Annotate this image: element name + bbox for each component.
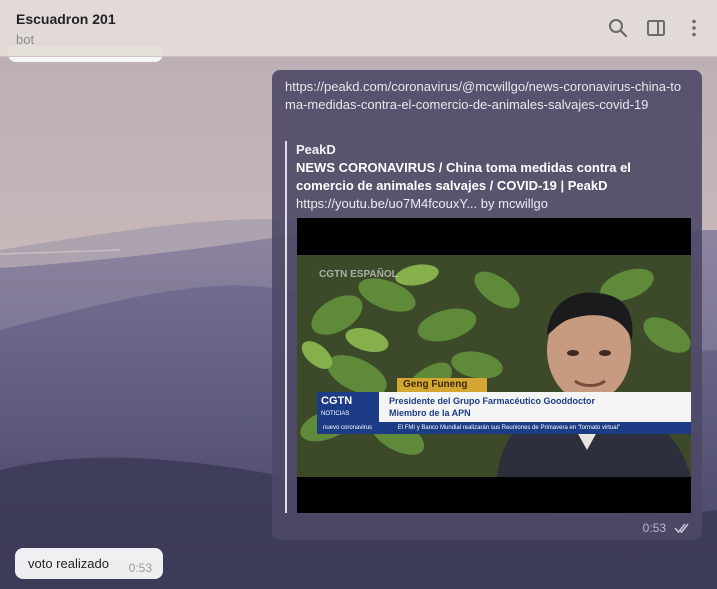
- ticker-tag: nuevo coronavirus: [323, 425, 373, 431]
- cgtn-logo-sub: NOTICIAS: [321, 411, 350, 417]
- preview-title: NEWS CORONAVIRUS / China toma medidas co…: [296, 160, 631, 193]
- ticker-news: El FMI y Banco Mundial realizarán sus Re…: [397, 425, 621, 431]
- news-ticker: nuevo coronavirus El FMI y Banco Mundial…: [317, 422, 691, 434]
- preview-site-name: PeakD: [296, 142, 336, 157]
- cgtn-logo: CGTN NOTICIAS: [317, 392, 379, 422]
- cgtn-watermark: CGTN ESPAÑOL: [319, 269, 398, 280]
- search-icon[interactable]: [607, 17, 629, 39]
- link-preview[interactable]: PeakD NEWS CORONAVIRUS / China toma medi…: [285, 141, 691, 513]
- lower-third-name: Geng Funeng: [397, 378, 487, 392]
- lower-third-role: Presidente del Grupo Farmacéutico Gooddo…: [389, 395, 595, 419]
- video-thumbnail[interactable]: CGTN ESPAÑOL Geng Funeng CGTN NOTICIAS P…: [297, 218, 691, 513]
- outgoing-message[interactable]: https://peakd.com/coronavirus/@mcwillgo/…: [272, 70, 702, 540]
- video-frame: CGTN ESPAÑOL: [297, 255, 691, 477]
- message-time: 0:53: [642, 521, 666, 535]
- incoming-message-time: 0:53: [128, 561, 152, 575]
- double-check-icon: [674, 522, 692, 534]
- sidebar-panel-icon[interactable]: [645, 17, 667, 39]
- incoming-message[interactable]: voto realizado 0:53: [15, 548, 163, 579]
- chat-title[interactable]: Escuadron 201: [16, 11, 116, 27]
- chat-header: Escuadron 201 bot: [0, 0, 717, 57]
- message-link[interactable]: https://peakd.com/coronavirus/@mcwillgo/…: [285, 78, 685, 114]
- more-vertical-icon[interactable]: [683, 17, 705, 39]
- role-line-2: Miembro de la APN: [389, 408, 471, 418]
- preview-description: https://youtu.be/uo7M4fcouxY... by mcwil…: [296, 196, 548, 211]
- lower-third-box: CGTN NOTICIAS Presidente del Grupo Farma…: [317, 392, 691, 422]
- role-line-1: Presidente del Grupo Farmacéutico Gooddo…: [389, 396, 596, 406]
- cgtn-logo-text: CGTN: [321, 395, 353, 407]
- incoming-message-text: voto realizado: [28, 556, 109, 571]
- chat-subtitle: bot: [16, 32, 35, 47]
